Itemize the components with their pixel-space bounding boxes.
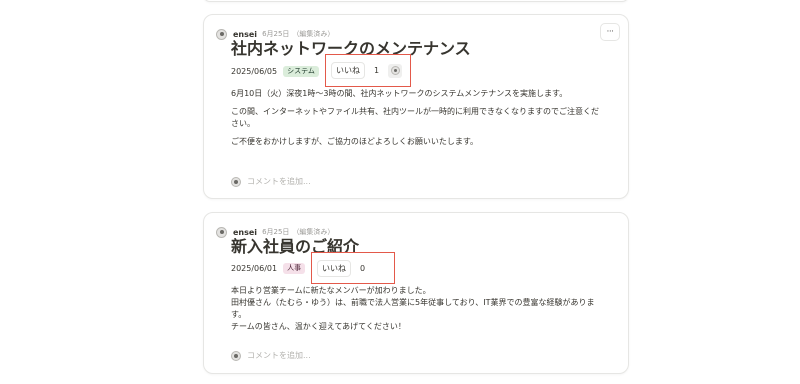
liker-avatar[interactable]	[388, 63, 403, 78]
like-area: いいね 0	[311, 252, 395, 284]
body-paragraph: ご不便をおかけしますが、ご協力のほどよろしくお願いいたします。	[231, 137, 479, 146]
like-button[interactable]: いいね	[317, 259, 351, 277]
comment-placeholder[interactable]: コメントを追加...	[247, 350, 311, 361]
avatar	[231, 350, 241, 361]
post-date: 2025/06/01	[231, 263, 278, 273]
meta-date: 6月25日	[262, 228, 290, 236]
like-count: 0	[360, 263, 366, 273]
comment-placeholder[interactable]: コメントを追加...	[247, 176, 311, 187]
author-name[interactable]: ensei	[233, 228, 257, 237]
like-count: 1	[374, 66, 380, 75]
body-paragraph: 田村優さん（たむら・ゆう）は、前職で法人営業に5年従事しており、IT業界での豊富…	[231, 298, 595, 319]
previous-post-card	[203, 0, 629, 2]
edited-label: （編集済み）	[292, 30, 335, 38]
avatar	[231, 176, 241, 187]
avatar[interactable]	[216, 28, 227, 40]
category-tag: 人事	[283, 262, 306, 274]
post-info: 2025/06/01 人事	[231, 262, 311, 274]
body-paragraph: 6月10日（火）深夜1時〜3時の間、社内ネットワークのシステムメンテナンスを実施…	[231, 89, 568, 98]
post-card: ensei 6月25日 （編集済み） 新入社員のご紹介 2025/06/01 人…	[203, 212, 629, 374]
post-body: 6月10日（火）深夜1時〜3時の間、社内ネットワークのシステムメンテナンスを実施…	[231, 88, 603, 154]
post-card: ensei 6月25日 （編集済み） ··· 社内ネットワークのメンテナンス 2…	[203, 14, 629, 199]
edited-label: （編集済み）	[292, 228, 335, 236]
avatar[interactable]	[216, 226, 227, 238]
like-area: いいね 1	[325, 54, 411, 87]
avatar	[390, 66, 400, 75]
post-info: 2025/06/05 システム	[231, 65, 325, 77]
meta-date: 6月25日	[262, 30, 290, 38]
like-button[interactable]: いいね	[331, 62, 365, 79]
post-date: 2025/06/05	[231, 66, 278, 76]
body-paragraph: この間、インターネットやファイル共有、社内ツールが一時的に利用できなくなりますの…	[231, 107, 599, 128]
post-body: 本日より営業チームに新たなメンバーが加わりました。 田村優さん（たむら・ゆう）は…	[231, 285, 603, 333]
more-options-button[interactable]: ···	[600, 23, 620, 41]
body-paragraph: 本日より営業チームに新たなメンバーが加わりました。	[231, 286, 431, 295]
comment-input[interactable]: コメントを追加...	[231, 350, 311, 361]
author-name[interactable]: ensei	[233, 30, 257, 39]
category-tag: システム	[283, 65, 319, 77]
comment-input[interactable]: コメントを追加...	[231, 176, 311, 187]
body-paragraph: チームの皆さん、温かく迎えてあげてください！	[231, 322, 406, 331]
